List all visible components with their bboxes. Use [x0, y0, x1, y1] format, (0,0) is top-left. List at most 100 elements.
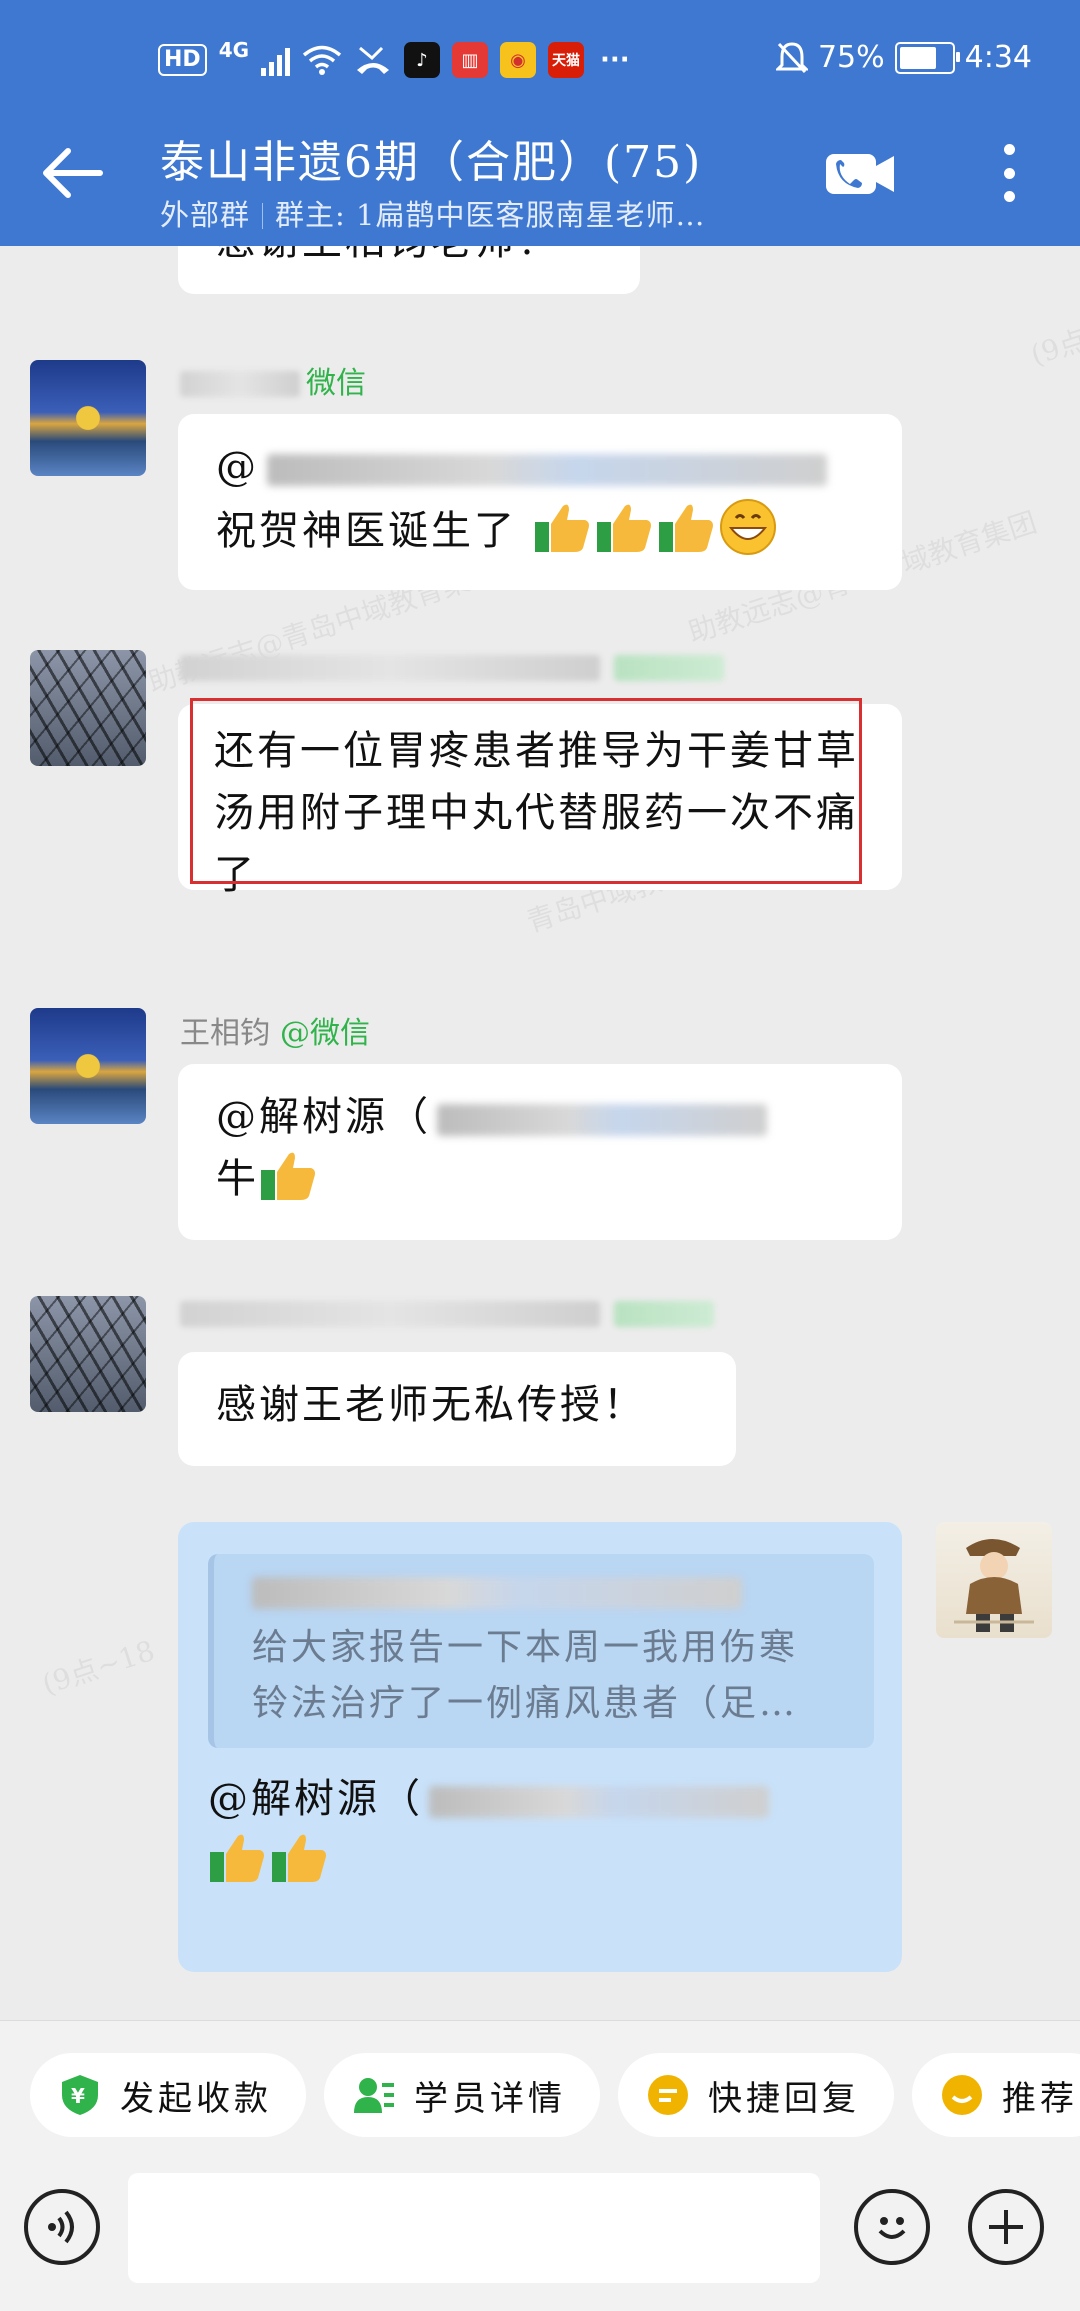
blurred-name: [180, 371, 300, 397]
wifi-icon: [302, 45, 342, 75]
voice-icon: [48, 2210, 74, 2244]
mention-prefix: @解树源（: [216, 1094, 431, 1140]
back-arrow-icon[interactable]: [40, 143, 106, 203]
thumbs-up-emoji: [261, 1152, 315, 1200]
app-header: HD 4G ♪ ▥ ◉ 天猫 ··· 75% 4:34 泰山非遗6期（合肥）(7…: [0, 0, 1080, 246]
message-line: [208, 1830, 872, 1892]
message-bubble[interactable]: @ 祝贺神医诞生了: [178, 414, 902, 590]
grinning-emoji: [719, 499, 776, 555]
chat-subtitle[interactable]: 外部群 群主: 1扁鹊中医客服南星老师…: [160, 192, 705, 234]
sender-name: 王相钧 @微信: [180, 1008, 370, 1052]
reader-icon: ▥: [452, 42, 489, 78]
chat-title: 泰山非遗6期（合肥）(75): [160, 137, 703, 188]
video-call-icon[interactable]: [824, 150, 896, 198]
sender-name: 微信: [180, 358, 366, 402]
message-text: 感谢王相钧老师！: [216, 246, 560, 264]
sender-name: [180, 650, 724, 685]
chip-label: 学员详情: [414, 2078, 566, 2119]
more-options-icon[interactable]: [984, 140, 1034, 206]
message-bubble[interactable]: @解树源（ 牛: [178, 1064, 902, 1240]
highlight-annotation: [190, 698, 862, 884]
quick-action-student-details[interactable]: 学员详情: [324, 2053, 600, 2137]
thumbs-up-emoji: [210, 1834, 264, 1882]
network-type: 4G: [218, 38, 250, 62]
thumbs-up-emoji: [658, 504, 713, 552]
message-line: 牛: [216, 1148, 864, 1210]
student-icon: [354, 2078, 394, 2113]
add-attachment-button[interactable]: [968, 2189, 1044, 2265]
message-bubble[interactable]: 感谢王老师无私传授！: [178, 1352, 736, 1466]
missed-call-icon: [357, 46, 390, 74]
blurred-source: [614, 1301, 714, 1327]
payment-icon: ¥: [62, 2075, 98, 2115]
message-line: @解树源（: [208, 1768, 872, 1830]
mention-prefix: @: [216, 444, 259, 490]
tiktok-icon: ♪: [404, 42, 441, 78]
quote-line: 铃法治疗了一例痛风患者（足…: [252, 1683, 799, 1724]
blurred-mention: [429, 1786, 769, 1818]
message-text: 牛: [216, 1156, 259, 1202]
quote-line: [252, 1564, 850, 1620]
plus-icon: [989, 2210, 1023, 2244]
hd-badge: HD: [158, 44, 207, 76]
blurred-name: [180, 655, 600, 681]
status-bar: HD 4G ♪ ▥ ◉ 天猫 ··· 75% 4:34: [0, 0, 1080, 120]
avatar-illustration: [954, 1539, 1034, 1632]
chip-label: 快捷回复: [708, 2078, 860, 2119]
subtitle-divider: [262, 203, 264, 229]
blurred-name: [180, 1301, 600, 1327]
chip-label: 推荐: [1002, 2078, 1078, 2119]
sender-name: [180, 1296, 714, 1331]
message-line: 祝贺神医诞生了: [216, 498, 864, 562]
avatar[interactable]: [30, 360, 146, 476]
message-line: @: [216, 436, 864, 498]
quote-line: 给大家报告一下本周一我用伤寒: [252, 1627, 799, 1668]
my-message-body: @解树源（: [178, 1768, 902, 1958]
thumbs-up-emoji: [272, 1834, 326, 1882]
group-type-label: 外部群: [160, 198, 251, 232]
sender-name-text: 王相钧: [180, 1016, 270, 1051]
avatar[interactable]: [30, 1296, 146, 1412]
quick-action-recommend[interactable]: 推荐: [912, 2053, 1080, 2137]
message-bubble[interactable]: 感谢王相钧老师！: [178, 246, 640, 294]
emoji-button[interactable]: [854, 2189, 930, 2265]
quoted-message[interactable]: 给大家报告一下本周一我用伤寒 铃法治疗了一例痛风患者（足…: [208, 1554, 874, 1748]
mention-prefix: @解树源（: [208, 1776, 423, 1822]
avatar[interactable]: [30, 650, 146, 766]
weibo-icon: ◉: [500, 42, 537, 78]
tmall-icon: 天猫: [548, 42, 585, 78]
watermark: (9点~18: [38, 1633, 159, 1702]
message-input[interactable]: [128, 2173, 820, 2283]
bottom-bar: ¥ 发起收款 学员详情 快捷回复 推荐: [0, 2020, 1080, 2311]
quick-action-quick-reply[interactable]: 快捷回复: [618, 2053, 894, 2137]
avatar[interactable]: [30, 1008, 146, 1124]
chip-label: 发起收款: [120, 2078, 272, 2119]
thumbs-up-emoji: [534, 504, 589, 552]
status-right: 75% 4:34: [775, 40, 1032, 75]
my-avatar[interactable]: [936, 1522, 1052, 1638]
quick-action-payment[interactable]: ¥ 发起收款: [30, 2053, 306, 2137]
emoji-icon: [878, 2217, 906, 2239]
recommend-icon: [942, 2075, 982, 2115]
mute-bell-icon: [775, 41, 808, 73]
watermark: (9点: [1026, 322, 1080, 372]
message-text: 祝贺神医诞生了: [216, 508, 517, 554]
battery-fill: [899, 46, 936, 69]
sender-source: @微信: [280, 1016, 370, 1051]
thumbs-up-emoji: [596, 504, 651, 552]
clock: 4:34: [964, 40, 1032, 75]
battery-icon: [894, 41, 960, 74]
blurred-source: [614, 655, 724, 681]
battery-percent: 75%: [817, 40, 885, 75]
quick-reply-icon: [648, 2075, 688, 2115]
signal-icon: [261, 44, 291, 76]
blurred-quote-sender: [252, 1577, 742, 1609]
svg-text:¥: ¥: [71, 2084, 89, 2108]
status-left: HD 4G ♪ ▥ ◉ 天猫 ···: [158, 38, 630, 78]
voice-input-button[interactable]: [24, 2189, 100, 2265]
blurred-mention: [437, 1104, 767, 1136]
group-owner-label: 群主: 1扁鹊中医客服南星老师…: [275, 198, 706, 232]
blurred-mention: [267, 454, 827, 486]
chat-area[interactable]: 助教远志@青岛中域教育集团 助教远志@青岛中域教育集团 青岛中域教育集团7327…: [0, 246, 1080, 2020]
message-text: 感谢王老师无私传授！: [216, 1382, 646, 1428]
